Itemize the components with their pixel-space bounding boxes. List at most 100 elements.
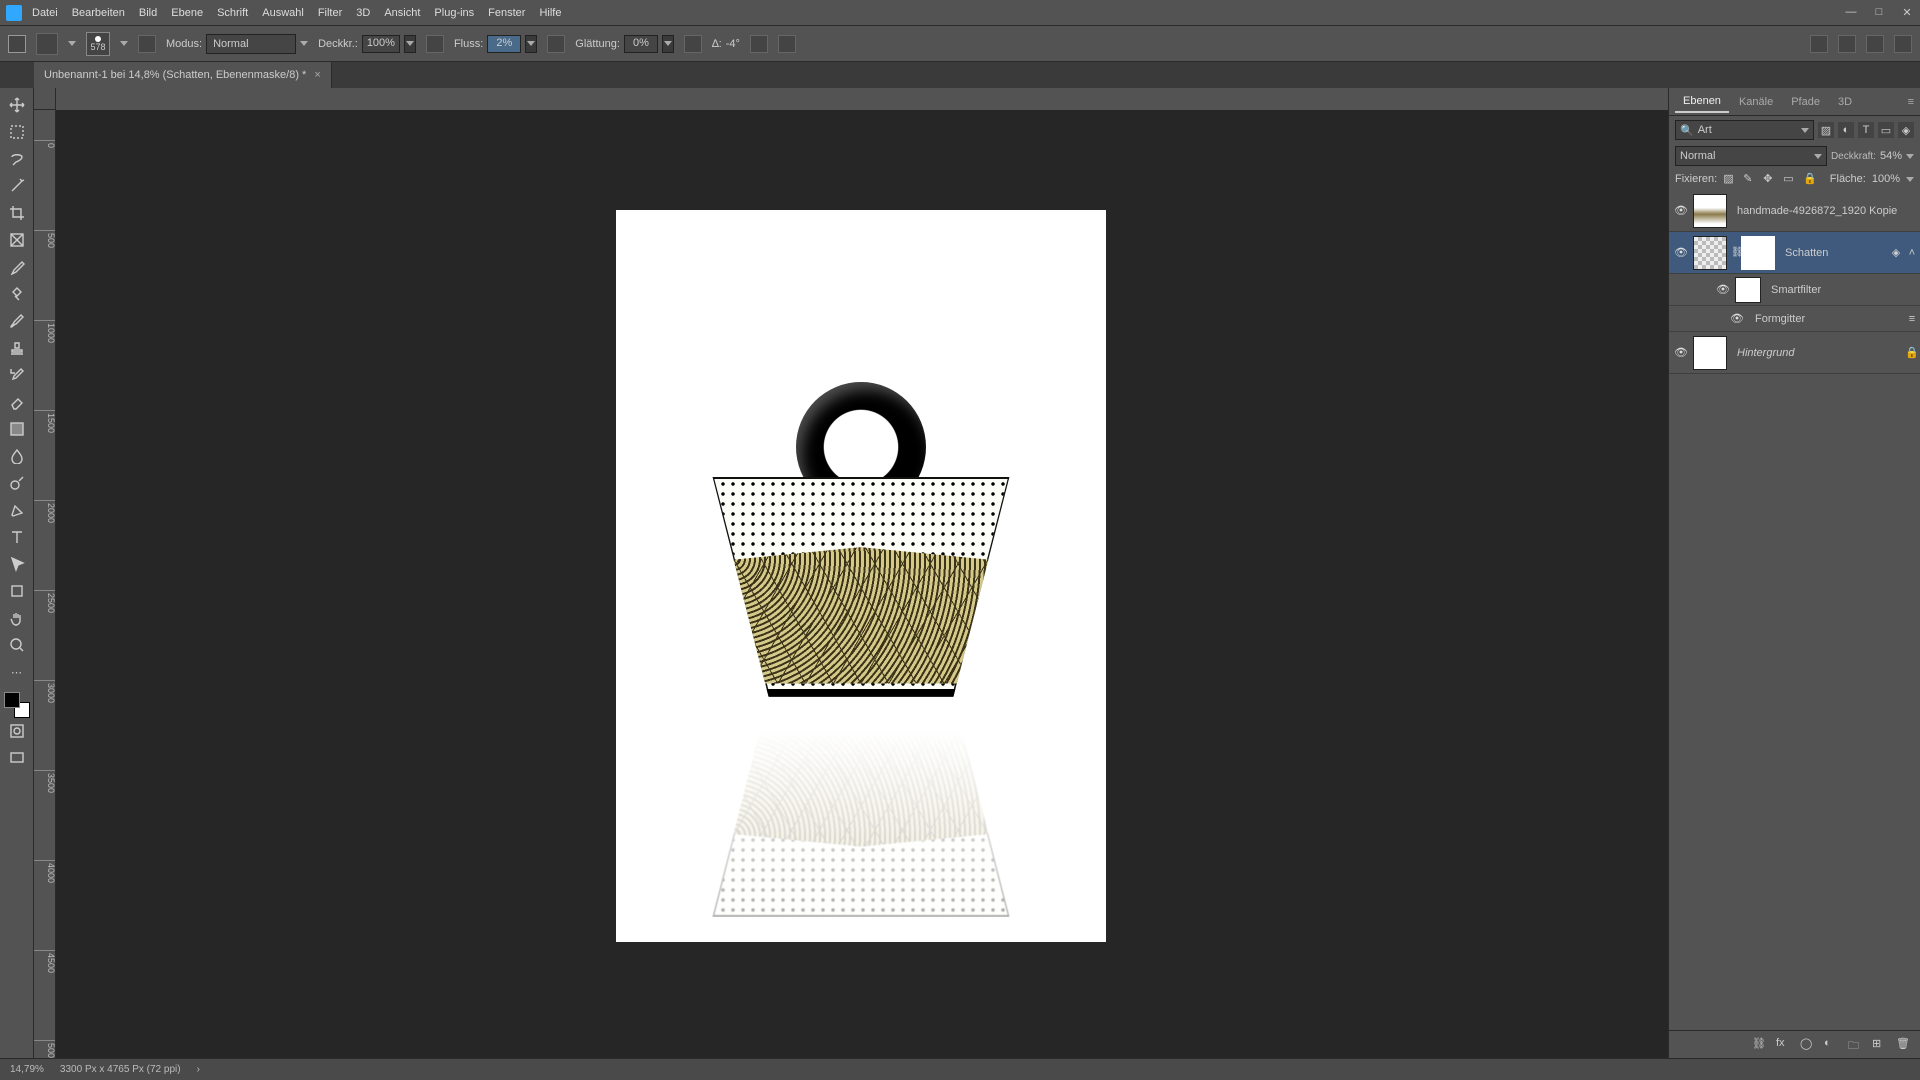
filter-adjust-icon[interactable]: ◐ [1838,122,1854,138]
search-icon[interactable] [1838,35,1856,53]
layer-fx-icon[interactable]: fx [1776,1037,1792,1053]
eyedropper-tool-icon[interactable] [3,254,31,280]
foreground-color[interactable] [4,692,20,708]
ruler-origin[interactable] [34,88,56,110]
layer-thumbnail[interactable] [1693,194,1727,228]
type-tool-icon[interactable] [3,524,31,550]
document-tab[interactable]: Unbenannt-1 bei 14,8% (Schatten, Ebenenm… [34,62,332,88]
pressure-opacity-icon[interactable] [426,35,444,53]
lock-position-icon[interactable]: ✥ [1763,172,1777,186]
menu-image[interactable]: Bild [139,7,157,19]
filter-mask-thumbnail[interactable] [1735,277,1761,303]
menu-select[interactable]: Auswahl [262,7,304,19]
opacity-dropdown[interactable] [404,35,416,53]
expand-icon[interactable]: ˄ [1904,247,1920,259]
tab-channels[interactable]: Kanäle [1731,92,1781,112]
fill-value[interactable]: 100% [1872,173,1900,185]
menu-file[interactable]: Datei [32,7,58,19]
tab-3d[interactable]: 3D [1830,92,1860,112]
menu-help[interactable]: Hilfe [539,7,561,19]
screenmode-icon[interactable] [3,745,31,771]
share-icon[interactable] [1894,35,1912,53]
marquee-tool-icon[interactable] [3,119,31,145]
history-brush-icon[interactable] [3,362,31,388]
pen-tool-icon[interactable] [3,497,31,523]
filter-name[interactable]: Formgitter [1749,313,1904,325]
tab-layers[interactable]: Ebenen [1675,91,1729,113]
canvas[interactable] [56,110,1668,1058]
blur-tool-icon[interactable] [3,443,31,469]
quickmask-icon[interactable] [3,718,31,744]
vertical-ruler[interactable]: 0500100015002000250030003500400045005000 [34,110,56,1058]
tool-preset-dropdown[interactable] [68,41,76,46]
layer-name[interactable]: handmade-4926872_1920 Kopie [1731,205,1920,217]
menu-edit[interactable]: Bearbeiten [72,7,125,19]
zoom-level[interactable]: 14,79% [10,1064,44,1075]
tab-paths[interactable]: Pfade [1783,92,1828,112]
symmetry-icon[interactable] [778,35,796,53]
lock-artboard-icon[interactable]: ▭ [1783,172,1797,186]
move-tool-icon[interactable] [3,92,31,118]
stamp-tool-icon[interactable] [3,335,31,361]
layer-name[interactable]: Hintergrund [1731,347,1904,359]
visibility-icon[interactable]: 👁 [1669,204,1693,217]
color-swatches[interactable] [4,692,30,718]
flow-input[interactable]: 2% [487,35,521,53]
mask-thumbnail[interactable] [1741,236,1775,270]
layer-filter-select[interactable]: 🔍 Art [1675,120,1814,140]
brush-picker-dropdown[interactable] [120,41,128,46]
frame-tool-icon[interactable] [3,227,31,253]
filter-type-icon[interactable]: T [1858,122,1874,138]
menu-plugins[interactable]: Plug-ins [434,7,474,19]
workspace-icon[interactable] [1866,35,1884,53]
doc-info-arrow[interactable]: › [197,1064,200,1075]
menu-layer[interactable]: Ebene [171,7,203,19]
menu-3d[interactable]: 3D [356,7,370,19]
cloud-docs-icon[interactable] [1810,35,1828,53]
link-layers-icon[interactable]: ⛓ [1752,1037,1768,1053]
lock-all-icon[interactable]: 🔒 [1803,172,1817,186]
pressure-size-icon[interactable] [750,35,768,53]
layer-row[interactable]: 👁 Hintergrund 🔒 [1669,332,1920,374]
layer-blend-select[interactable]: Normal [1675,146,1827,166]
visibility-icon[interactable]: 👁 [1669,346,1693,359]
eraser-tool-icon[interactable] [3,389,31,415]
lock-icon[interactable]: 🔒 [1904,346,1920,359]
gradient-tool-icon[interactable] [3,416,31,442]
tab-close-icon[interactable]: × [314,69,320,81]
lock-pixels-icon[interactable]: ✎ [1743,172,1757,186]
maximize-icon[interactable]: □ [1872,6,1886,19]
current-tool-icon[interactable] [36,33,58,55]
wand-tool-icon[interactable] [3,173,31,199]
filter-smart-icon[interactable]: ◈ [1898,122,1914,138]
lock-transparency-icon[interactable]: ▨ [1723,172,1737,186]
menu-filter[interactable]: Filter [318,7,342,19]
layer-row[interactable]: 👁 handmade-4926872_1920 Kopie [1669,190,1920,232]
doc-info[interactable]: 3300 Px x 4765 Px (72 ppi) [60,1064,181,1075]
new-layer-icon[interactable]: ⊞ [1872,1037,1888,1053]
layer-row[interactable]: 👁 Formgitter ≡ [1669,306,1920,332]
adjustment-layer-icon[interactable]: ◐ [1824,1037,1840,1053]
add-mask-icon[interactable]: ◯ [1800,1037,1816,1053]
visibility-icon[interactable]: 👁 [1725,312,1749,325]
menu-window[interactable]: Fenster [488,7,525,19]
new-group-icon[interactable]: 🗀 [1848,1037,1864,1053]
brush-preview[interactable]: 578 [86,32,110,56]
layer-thumbnail[interactable] [1693,336,1727,370]
close-icon[interactable]: ✕ [1900,6,1914,19]
crop-tool-icon[interactable] [3,200,31,226]
zoom-tool-icon[interactable] [3,632,31,658]
edit-toolbar-icon[interactable]: ⋯ [3,659,31,685]
visibility-icon[interactable]: 👁 [1711,283,1735,296]
blend-mode-select[interactable]: Normal [206,34,296,54]
visibility-icon[interactable]: 👁 [1669,246,1693,259]
brush-tool-icon[interactable] [3,308,31,334]
filter-shape-icon[interactable]: ▭ [1878,122,1894,138]
angle-value[interactable]: -4° [726,38,740,50]
minimize-icon[interactable]: — [1844,6,1858,19]
menu-type[interactable]: Schrift [217,7,248,19]
layer-row[interactable]: 👁 ⛓ Schatten ◈ ˄ [1669,232,1920,274]
delete-layer-icon[interactable]: 🗑 [1896,1037,1912,1053]
link-icon[interactable]: ⛓ [1731,247,1741,258]
dodge-tool-icon[interactable] [3,470,31,496]
